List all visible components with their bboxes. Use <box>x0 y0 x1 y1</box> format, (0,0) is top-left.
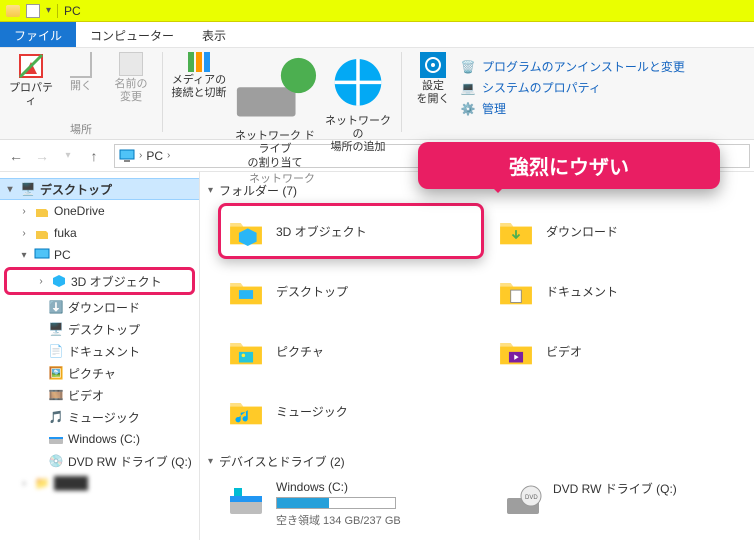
pc-tree-icon <box>34 247 50 263</box>
drive-capacity-bar <box>276 497 396 509</box>
tab-file[interactable]: ファイル <box>0 22 76 47</box>
tree-videos[interactable]: 🎞️ビデオ <box>0 384 199 406</box>
tree-dvd[interactable]: 💿DVD RW ドライブ (Q:) <box>0 450 199 472</box>
nav-up[interactable]: ↑ <box>82 144 106 168</box>
cdrive-icon <box>226 480 266 520</box>
desktop-big-icon <box>226 271 266 311</box>
3d-icon <box>51 273 67 289</box>
tree-desktop-folder[interactable]: 🖥️デスクトップ <box>0 318 199 340</box>
nav-recent-chevron[interactable]: ▾ <box>56 144 80 168</box>
content-pane[interactable]: ▾フォルダー (7) 3D オブジェクト ダウンロード デスクトップ ドキュメン… <box>200 172 754 540</box>
tree-3d-highlight: ›3D オブジェクト <box>4 267 195 295</box>
media-icon <box>188 52 210 72</box>
onedrive-icon <box>34 203 50 219</box>
ribbon-open-settings[interactable]: 設定 を開く <box>410 52 456 106</box>
titlebar-folder-icon <box>6 5 20 17</box>
rename-icon <box>119 52 143 76</box>
dvd-label: DVD RW ドライブ (Q:) <box>553 480 677 497</box>
tree-documents[interactable]: 📄ドキュメント <box>0 340 199 362</box>
ribbon-media[interactable]: メディアの 接続と切断 <box>171 52 227 100</box>
sysprop-icon: 💻 <box>460 80 476 96</box>
map-drive-icon <box>231 52 319 128</box>
tree-desktop[interactable]: ▾🖥️デスクトップ <box>0 178 199 200</box>
ribbon-group-system: 設定 を開く 🗑️プログラムのアンインストールと変更 💻システムのプロパティ ⚙… <box>402 48 697 139</box>
item-pictures[interactable]: ピクチャ <box>226 329 476 373</box>
ribbon-rename[interactable]: 名前の 変更 <box>108 52 154 104</box>
pictures-folder-icon <box>226 331 266 371</box>
dvd-icon: 💿 <box>48 453 64 469</box>
drive-dvd[interactable]: DVD DVD RW ドライブ (Q:) <box>485 480 746 528</box>
desktop-folder-icon: 🖥️ <box>48 321 64 337</box>
tree-onedrive[interactable]: ›OneDrive <box>0 200 199 222</box>
titlebar-divider <box>57 4 58 18</box>
ribbon-properties[interactable]: プロパティ <box>8 52 54 108</box>
documents-icon: 📄 <box>48 343 64 359</box>
manage-icon: ⚙️ <box>460 101 476 117</box>
link-manage[interactable]: ⚙️管理 <box>460 100 685 117</box>
item-documents[interactable]: ドキュメント <box>496 269 746 313</box>
item-desktop[interactable]: デスクトップ <box>226 269 476 313</box>
dvd-drive-icon: DVD <box>503 480 543 520</box>
downloads-folder-icon <box>496 211 536 251</box>
ribbon-group-network: メディアの 接続と切断 ネットワーク ドライブ の割り当て ネットワークの 場所… <box>163 48 401 139</box>
ribbon-group-location: プロパティ 開く 名前の 変更 場所 <box>0 48 162 139</box>
open-icon <box>70 52 92 78</box>
settings-icon <box>420 52 446 78</box>
link-uninstall[interactable]: 🗑️プログラムのアンインストールと変更 <box>460 58 685 75</box>
tab-view[interactable]: 表示 <box>188 22 240 47</box>
item-music[interactable]: ミュージック <box>226 389 476 433</box>
ribbon-map-drive[interactable]: ネットワーク ドライブ の割り当て <box>231 52 319 170</box>
videos-icon: 🎞️ <box>48 387 64 403</box>
devices-header[interactable]: ▾デバイスとドライブ (2) <box>208 453 746 470</box>
svg-text:DVD: DVD <box>525 495 538 501</box>
drive-c[interactable]: Windows (C:) 空き領域 134 GB/237 GB <box>208 480 469 528</box>
titlebar: ▾ PC <box>0 0 754 22</box>
tree-downloads[interactable]: ⬇️ダウンロード <box>0 296 199 318</box>
nav-forward[interactable]: → <box>30 144 54 168</box>
pictures-icon: 🖼️ <box>48 365 64 381</box>
drive-name: Windows (C:) <box>276 480 401 494</box>
music-folder-icon <box>226 391 266 431</box>
tree-cdrive[interactable]: Windows (C:) <box>0 428 199 450</box>
annotation-callout: 強烈にウザい <box>418 142 720 189</box>
3d-objects-folder-icon <box>226 211 266 251</box>
drive-free-text: 空き領域 134 GB/237 GB <box>276 512 401 528</box>
tree-pc[interactable]: ▾PC <box>0 244 199 266</box>
tab-computer[interactable]: コンピューター <box>76 22 188 47</box>
drive-icon <box>48 431 64 447</box>
desktop-icon: 🖥️ <box>20 181 36 197</box>
ribbon-open[interactable]: 開く <box>58 52 104 93</box>
properties-icon <box>17 52 45 80</box>
folders-grid: 3D オブジェクト ダウンロード デスクトップ ドキュメント ピクチャ ビデオ <box>208 209 746 433</box>
documents-folder-icon <box>496 271 536 311</box>
add-location-icon <box>323 52 393 113</box>
pc-icon <box>119 148 135 164</box>
music-icon: 🎵 <box>48 409 64 425</box>
tree-music[interactable]: 🎵ミュージック <box>0 406 199 428</box>
nav-back[interactable]: ← <box>4 144 28 168</box>
ribbon-add-location[interactable]: ネットワークの 場所の追加 <box>323 52 393 154</box>
item-downloads[interactable]: ダウンロード <box>496 209 746 253</box>
ribbon: プロパティ 開く 名前の 変更 場所 メディアの 接続と切断 ネットワーク ドラ… <box>0 48 754 140</box>
uninstall-icon: 🗑️ <box>460 59 476 75</box>
qat-chevron-icon[interactable]: ▾ <box>46 5 51 16</box>
tree-user[interactable]: ›fuka <box>0 222 199 244</box>
window-title: PC <box>64 4 81 18</box>
videos-folder-icon <box>496 331 536 371</box>
item-3d-objects[interactable]: 3D オブジェクト <box>226 209 476 253</box>
downloads-icon: ⬇️ <box>48 299 64 315</box>
tree-blurred[interactable]: ›📁████ <box>0 472 199 494</box>
titlebar-qat-icon[interactable] <box>26 4 40 18</box>
user-folder-icon <box>34 225 50 241</box>
link-system-properties[interactable]: 💻システムのプロパティ <box>460 79 685 96</box>
tree-pictures[interactable]: 🖼️ピクチャ <box>0 362 199 384</box>
item-videos[interactable]: ビデオ <box>496 329 746 373</box>
nav-tree[interactable]: ▾🖥️デスクトップ ›OneDrive ›fuka ▾PC ›3D オブジェクト… <box>0 172 200 540</box>
menubar: ファイル コンピューター 表示 <box>0 22 754 48</box>
tree-3d-objects[interactable]: ›3D オブジェクト <box>7 270 192 292</box>
